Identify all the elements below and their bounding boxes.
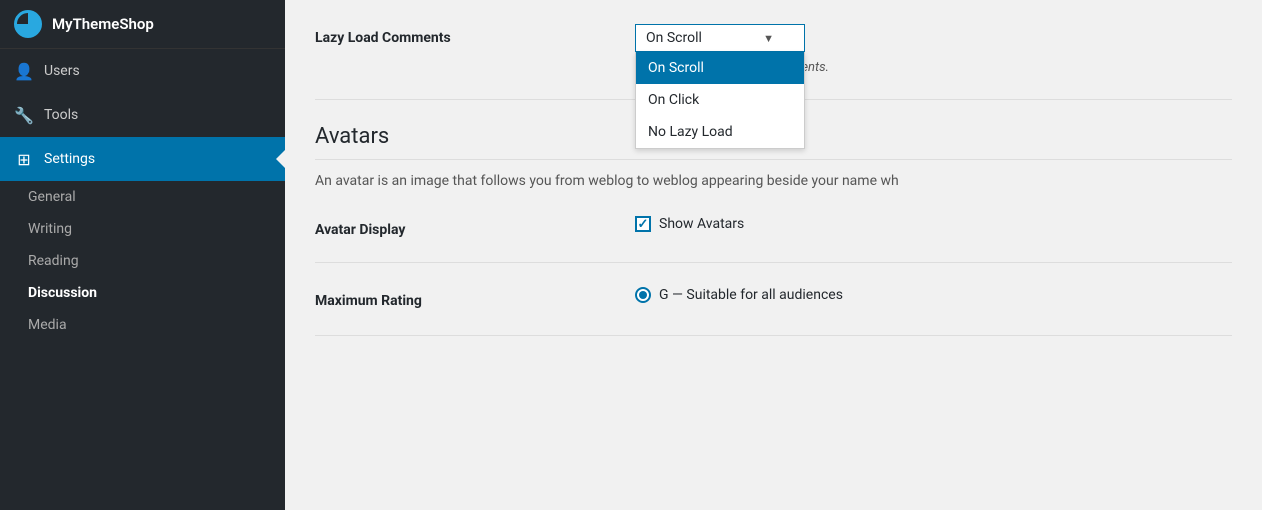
chevron-down-icon: ▼	[763, 32, 774, 45]
lazy-load-select-wrapper: On Scroll ▼ On Scroll On Click No Lazy L…	[635, 24, 805, 52]
sidebar-item-settings[interactable]: ⊞ Settings	[0, 137, 285, 181]
avatar-display-label: Avatar Display	[315, 216, 635, 238]
sidebar-item-tools[interactable]: 🔧 Tools	[0, 93, 285, 137]
show-avatars-label: Show Avatars	[659, 216, 744, 232]
settings-icon: ⊞	[14, 149, 34, 169]
maximum-rating-label: Maximum Rating	[315, 287, 635, 309]
sidebar-sub-item-general[interactable]: General	[14, 181, 285, 213]
main-content: Lazy Load Comments On Scroll ▼ On Scroll…	[285, 0, 1262, 510]
sidebar-item-users-label: Users	[44, 63, 80, 79]
sidebar-submenu: General Writing Reading Discussion Media	[0, 181, 285, 341]
checkmark-icon: ✓	[638, 217, 649, 232]
dropdown-item-on-click[interactable]: On Click	[636, 84, 804, 116]
rating-g-radio[interactable]	[635, 287, 651, 303]
dropdown-item-on-scroll[interactable]: On Scroll	[636, 52, 804, 84]
sidebar-brand[interactable]: MyThemeShop	[0, 0, 285, 49]
sidebar-sub-item-reading[interactable]: Reading	[14, 245, 285, 277]
sidebar-sub-item-writing[interactable]: Writing	[14, 213, 285, 245]
brand-icon	[14, 10, 42, 38]
rating-g-row: G — Suitable for all audiences	[635, 287, 1232, 303]
lazy-load-dropdown: On Scroll On Click No Lazy Load	[635, 52, 805, 149]
radio-dot	[639, 291, 647, 299]
sidebar-item-users[interactable]: 👤 Users	[0, 49, 285, 93]
dropdown-item-no-lazy-load[interactable]: No Lazy Load	[636, 116, 804, 148]
sidebar-item-tools-label: Tools	[44, 107, 78, 123]
sidebar-item-settings-label: Settings	[44, 151, 95, 167]
sidebar-sub-item-media[interactable]: Media	[14, 309, 285, 341]
show-avatars-row: ✓ Show Avatars	[635, 216, 1232, 232]
users-icon: 👤	[14, 61, 34, 81]
maximum-rating-row: Maximum Rating G — Suitable for all audi…	[315, 287, 1232, 336]
lazy-load-label: Lazy Load Comments	[315, 24, 635, 46]
avatar-display-control: ✓ Show Avatars	[635, 216, 1232, 232]
sidebar-sub-item-discussion[interactable]: Discussion	[14, 277, 285, 309]
tools-icon: 🔧	[14, 105, 34, 125]
lazy-load-row: Lazy Load Comments On Scroll ▼ On Scroll…	[315, 24, 1232, 100]
brand-name: MyThemeShop	[52, 15, 154, 33]
avatars-description: An avatar is an image that follows you f…	[315, 170, 1232, 192]
lazy-load-select-value: On Scroll	[646, 30, 702, 46]
lazy-load-control: On Scroll ▼ On Scroll On Click No Lazy L…	[635, 24, 1232, 75]
lazy-load-select[interactable]: On Scroll ▼	[635, 24, 805, 52]
sidebar: MyThemeShop 👤 Users 🔧 Tools ⊞ Settings G…	[0, 0, 285, 510]
show-avatars-checkbox[interactable]: ✓	[635, 216, 651, 232]
avatar-display-row: Avatar Display ✓ Show Avatars	[315, 216, 1232, 263]
avatars-section: Avatars An avatar is an image that follo…	[315, 124, 1232, 336]
maximum-rating-control: G — Suitable for all audiences	[635, 287, 1232, 311]
rating-g-label: G — Suitable for all audiences	[659, 287, 843, 303]
